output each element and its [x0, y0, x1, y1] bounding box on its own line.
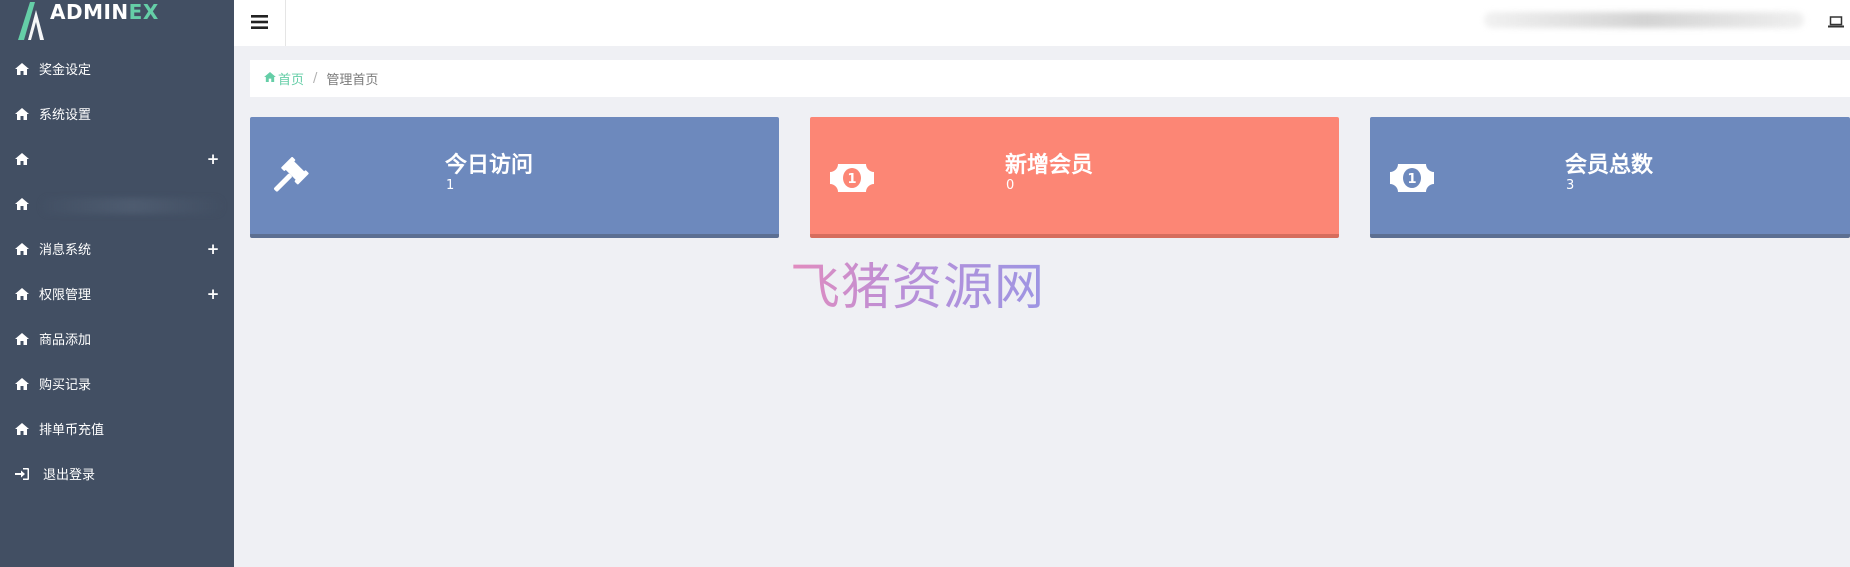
svg-text:1: 1: [847, 172, 856, 187]
sidebar-item-bonus-settings[interactable]: 奖金设定: [0, 46, 234, 91]
sidebar-item-label: 退出登录: [43, 468, 96, 483]
home-icon: [14, 377, 29, 390]
stat-title: 会员总数: [1565, 153, 1654, 178]
breadcrumb: 首页 / 管理首页: [250, 60, 1850, 97]
stat-value: 1: [446, 178, 455, 193]
money-icon: 1: [830, 157, 874, 196]
sidebar-item-purchase-records[interactable]: 购买记录: [0, 361, 234, 406]
breadcrumb-home-link[interactable]: 首页: [264, 69, 304, 88]
sidebar-item-label: 系统设置: [39, 108, 92, 123]
logo[interactable]: ADMINEX: [0, 0, 234, 40]
stat-value: 0: [1006, 178, 1015, 193]
sidebar-menu: 奖金设定 系统设置 + 消息系统 + 权限管理 + 商品添加 购买记录 排单币充…: [0, 46, 234, 496]
logo-text-main: ADMIN: [50, 0, 129, 24]
logo-text: ADMINEX: [50, 0, 159, 24]
home-icon: [14, 422, 29, 435]
stat-title: 新增会员: [1005, 153, 1094, 178]
top-header: [234, 0, 1850, 46]
expand-icon[interactable]: +: [206, 150, 220, 168]
svg-text:1: 1: [1407, 172, 1416, 187]
stat-card-new-members: 1 新增会员 0: [810, 117, 1339, 238]
gavel-icon: [270, 156, 314, 205]
logo-text-accent: EX: [128, 0, 159, 24]
bars-icon: [251, 14, 268, 33]
watermark: 飞猪资源网: [790, 247, 1045, 319]
stat-card-today-visits: 今日访问 1: [250, 117, 779, 238]
sign-in-icon: [14, 467, 29, 480]
sidebar-item-coin-recharge[interactable]: 排单币充值: [0, 406, 234, 451]
sidebar-toggle-button[interactable]: [234, 0, 286, 46]
logo-mark-icon: [14, 0, 48, 40]
redacted-user-info: [1484, 12, 1804, 28]
sidebar-item-system-settings[interactable]: 系统设置: [0, 91, 234, 136]
sidebar-item-label: 商品添加: [39, 333, 92, 348]
laptop-icon[interactable]: [1828, 13, 1844, 32]
sidebar-item-label: 排单币充值: [39, 423, 105, 438]
home-icon: [14, 197, 29, 210]
breadcrumb-separator: /: [313, 71, 318, 86]
sidebar-item-message-system[interactable]: 消息系统 +: [0, 226, 234, 271]
breadcrumb-current: 管理首页: [326, 73, 379, 88]
sidebar-item-logout[interactable]: 退出登录: [0, 451, 234, 496]
sidebar-item-blurred-2[interactable]: [0, 181, 234, 226]
sidebar-item-add-product[interactable]: 商品添加: [0, 316, 234, 361]
home-icon: [264, 71, 276, 86]
home-icon: [14, 287, 29, 300]
breadcrumb-home-label: 首页: [278, 73, 305, 88]
sidebar-item-label: 购买记录: [39, 378, 92, 393]
home-icon: [14, 332, 29, 345]
sidebar-item-label: 权限管理: [39, 288, 92, 303]
sidebar-item-blurred-1[interactable]: +: [0, 136, 234, 181]
sidebar-item-label: 消息系统: [39, 243, 92, 258]
sidebar-item-permission-management[interactable]: 权限管理 +: [0, 271, 234, 316]
home-icon: [14, 62, 29, 75]
home-icon: [14, 107, 29, 120]
sidebar-item-label: 奖金设定: [39, 63, 92, 78]
sidebar: ADMINEX 奖金设定 系统设置 + 消息系统 + 权限管理 + 商品添加 购…: [0, 0, 234, 567]
stat-value: 3: [1566, 178, 1575, 193]
stat-title: 今日访问: [445, 153, 534, 178]
stat-card-total-members: 1 会员总数 3: [1370, 117, 1850, 238]
expand-icon[interactable]: +: [206, 285, 220, 303]
money-icon: 1: [1390, 157, 1434, 196]
redacted-text: [42, 198, 222, 214]
home-icon: [14, 242, 29, 255]
home-icon: [14, 152, 29, 165]
expand-icon[interactable]: +: [206, 240, 220, 258]
